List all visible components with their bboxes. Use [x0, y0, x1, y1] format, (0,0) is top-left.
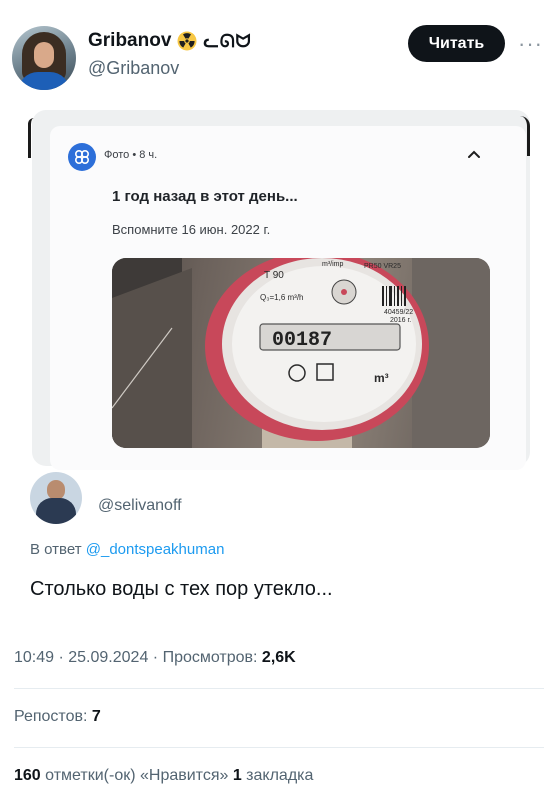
reposts-count: 7	[91, 708, 101, 725]
meter-top-text: m³/imp	[322, 261, 343, 268]
follow-button[interactable]: Читать	[408, 25, 505, 62]
meter-year: 2016 г.	[390, 317, 411, 324]
radioactive-icon	[177, 31, 197, 51]
reply-mention-link[interactable]: @_dontspeakhuman	[86, 541, 225, 558]
tweet-timestamp-views: 10:49 · 25.09.2024 · Просмотров: 2,6K	[14, 649, 296, 667]
meter-unit: m³	[374, 371, 389, 385]
bookmarks-label: закладка	[241, 767, 314, 784]
photos-app-icon	[68, 143, 96, 171]
likes-count: 160	[14, 767, 41, 784]
tweet-time[interactable]: 10:49 · 25.09.2024 ·	[14, 649, 163, 666]
reply-context: В ответ @_dontspeakhuman	[30, 541, 224, 558]
water-meter-photo: 00187 T 90 Q₃=1,6 m³/h m³/imp PR50 VR25 …	[112, 258, 490, 448]
meter-reading: 00187	[272, 329, 332, 352]
card-subtitle: Вспомните 16 июн. 2022 г.	[112, 222, 271, 237]
meter-flow: Q₃=1,6 m³/h	[260, 293, 304, 302]
meter-serial: 40459/22	[384, 309, 413, 316]
more-icon[interactable]: ···	[518, 31, 543, 57]
likes-label: отметки(-ок) «Нравится»	[40, 767, 233, 784]
author-name[interactable]: Gribanov	[88, 30, 171, 52]
author-handle[interactable]: @Gribanov	[88, 58, 179, 79]
reposts-stat[interactable]: Репостов: 7	[14, 708, 101, 726]
card-edge	[28, 118, 34, 158]
reply-avatar[interactable]	[30, 472, 82, 524]
card-meta: Фото • 8 ч.	[104, 149, 158, 161]
author-avatar[interactable]	[12, 26, 76, 90]
divider	[14, 747, 544, 748]
views-label: Просмотров:	[162, 649, 262, 666]
bookmarks-count: 1	[232, 767, 242, 784]
reposts-label: Репостов:	[14, 708, 92, 725]
reply-text: Столько воды с тех пор утекло...	[30, 578, 333, 600]
cat-glyph: ᓚᘏᗢ	[203, 30, 252, 51]
divider	[14, 688, 544, 689]
meter-model: T 90	[264, 270, 284, 281]
chevron-up-icon	[468, 150, 480, 158]
card-title: 1 год назад в этот день...	[112, 188, 298, 205]
reply-context-prefix: В ответ	[30, 541, 86, 558]
reply-handle[interactable]: @selivanoff	[98, 497, 182, 515]
likes-bookmarks-stat[interactable]: 160 отметки(-ок) «Нравится» 1 закладка	[14, 767, 313, 785]
author-name-row: Gribanov ᓚᘏᗢ	[88, 30, 252, 52]
meter-mark: PR50 VR25	[364, 263, 401, 270]
views-count: 2,6K	[261, 649, 296, 666]
